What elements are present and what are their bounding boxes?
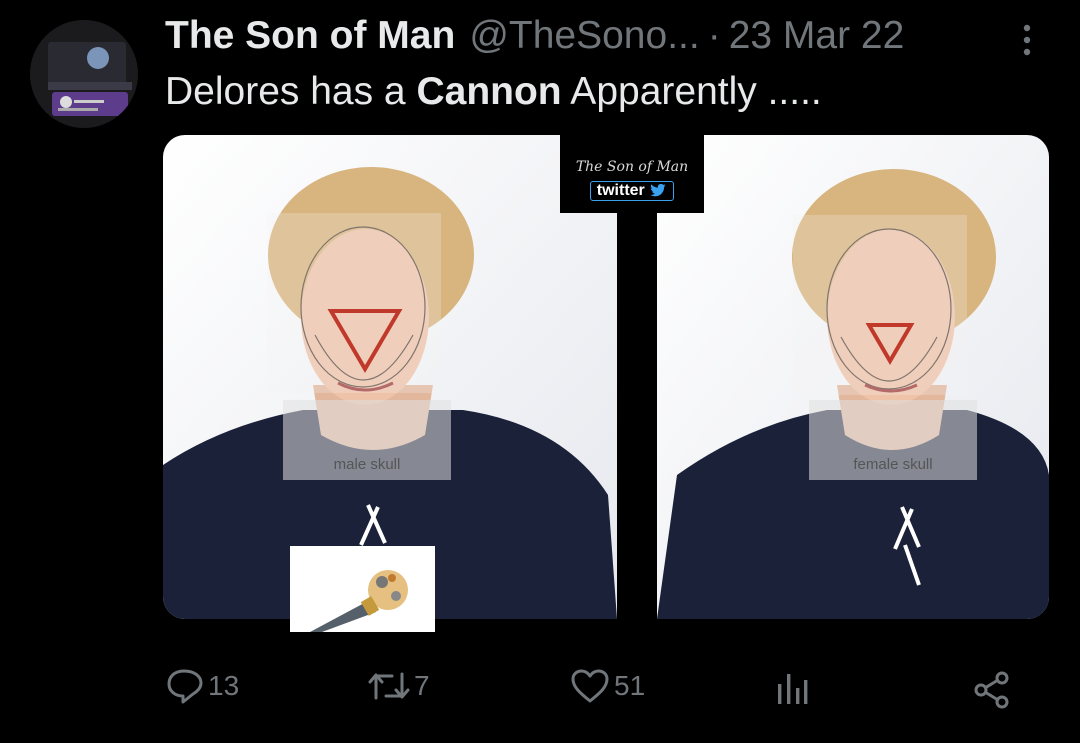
retweet-icon [368, 672, 410, 700]
avatar-image [30, 20, 138, 128]
retweet-count: 7 [414, 670, 430, 701]
tweet-actions: 13 7 51 [0, 664, 1080, 714]
heart-icon [571, 669, 609, 703]
bird-icon [650, 183, 666, 197]
author-name[interactable]: The Son of Man [165, 14, 455, 58]
bar-chart-icon [778, 674, 808, 704]
tweet-text-part1: Delores has a [165, 70, 417, 113]
media-panel-female: female skull [657, 135, 1049, 619]
tweet-header: The Son of Man @TheSono... · 23 Mar 22 [165, 14, 904, 64]
left-overlay-label: male skull [334, 456, 401, 473]
cannon-icon [290, 546, 435, 632]
like-button[interactable]: 51 [570, 668, 645, 704]
more-vertical-icon [1023, 24, 1031, 56]
reply-icon [167, 669, 203, 704]
views-button[interactable] [774, 670, 810, 706]
share-icon [974, 671, 1009, 709]
cannon-image [290, 546, 435, 632]
portrait-image-right: female skull [657, 135, 1049, 619]
like-count: 51 [614, 670, 646, 701]
reply-button[interactable]: 13 [166, 668, 239, 704]
avatar[interactable] [30, 20, 138, 128]
watermark-title: The Son of Man [575, 159, 689, 175]
separator-dot: · [707, 14, 721, 57]
watermark: The Son of Man twitter [560, 135, 704, 213]
watermark-twitter-text: twitter [596, 182, 645, 199]
tweet-date[interactable]: 23 Mar 22 [729, 14, 905, 58]
watermark-twitter: twitter [589, 181, 675, 201]
tweet-text: Delores has a Cannon Apparently ..... [165, 70, 822, 114]
share-button[interactable] [972, 670, 1012, 710]
reply-count: 13 [208, 670, 240, 701]
retweet-button[interactable]: 7 [368, 668, 430, 704]
more-options-button[interactable] [1012, 20, 1042, 60]
tweet-text-bold: Cannon [416, 70, 562, 113]
tweet-text-part2: Apparently ..... [561, 70, 822, 113]
author-handle[interactable]: @TheSono... [469, 14, 699, 58]
right-overlay-label: female skull [853, 456, 932, 473]
